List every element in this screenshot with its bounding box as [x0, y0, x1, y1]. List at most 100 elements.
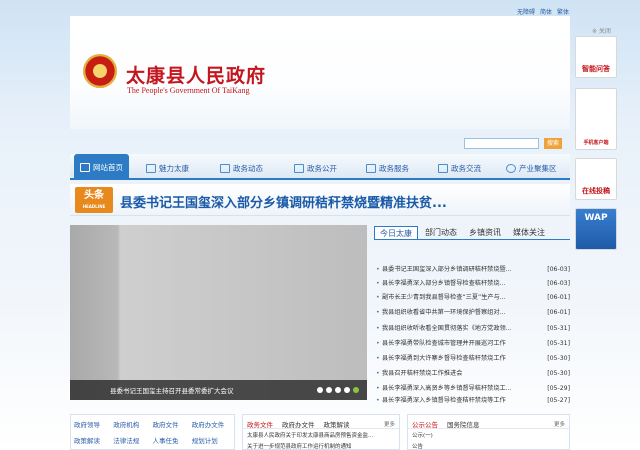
chat-icon [438, 163, 448, 173]
nav-charm[interactable]: 魅力太康 [146, 159, 189, 177]
slider-dot-active[interactable] [353, 387, 359, 393]
notice-item[interactable]: 公示(一) [408, 429, 569, 440]
page-container: 太康县人民政府 The People's Government Of TaiKa… [70, 16, 570, 450]
tab-policy[interactable]: 政策解读 [324, 419, 350, 429]
sidebar-close[interactable]: ※ 关闭 [592, 26, 611, 35]
nav-exchange[interactable]: 政务交流 [438, 159, 481, 177]
bullet-icon: • [376, 280, 380, 287]
slider-dot[interactable] [344, 387, 350, 393]
quick-link[interactable]: 政府办文件 [192, 419, 231, 429]
nav-service[interactable]: 政务服务 [366, 159, 409, 177]
nav-news[interactable]: 政务动态 [220, 159, 263, 177]
nav-open[interactable]: 政务公开 [294, 159, 337, 177]
tab-departments[interactable]: 部门动态 [420, 226, 462, 239]
news-item[interactable]: • 县长李福勇到大许寨乡督导检查秸秆禁烧工作 [05-30] [374, 352, 570, 366]
news-date: [05-30] [547, 370, 570, 377]
nav-label: 政务服务 [379, 163, 409, 173]
news-item[interactable]: • 副市长王少青到我县督导检查“三夏”生产与... [06-01] [374, 291, 570, 305]
more-link[interactable]: 更多 [384, 420, 395, 428]
news-title[interactable]: 县委书记王国玺深入部分乡镇调研秸秆禁烧暨... [382, 263, 544, 277]
headline-link[interactable]: 县委书记王国玺深入部分乡镇调研秸秆禁烧暨精准扶贫... [120, 192, 447, 211]
bullet-icon: • [376, 340, 380, 347]
news-title[interactable]: 副市长王少青到我县督导检查“三夏”生产与... [382, 291, 544, 305]
news-date: [06-03] [547, 266, 570, 273]
news-item[interactable]: • 我县召开秸秆禁烧工作推进会 [05-30] [374, 367, 570, 381]
more-link[interactable]: 更多 [554, 420, 565, 428]
nav-label: 网站首页 [93, 162, 123, 172]
news-title[interactable]: 我县组织收听收看全国贯彻落实《地方党政领... [382, 322, 544, 336]
bullet-icon: • [376, 294, 380, 301]
notice-item[interactable]: 公告 [408, 440, 569, 450]
quick-link[interactable]: 规划计划 [192, 435, 231, 445]
sidebar-label: 智能问答 [582, 65, 610, 73]
news-title[interactable]: 我县组织收看省中共第一环境保护督察组对... [382, 306, 544, 320]
search-input[interactable] [464, 138, 539, 149]
news-title[interactable]: 县长李福勇深入部分乡镇督导检查秸秆禁烧... [382, 277, 544, 291]
headline-tag-label: 头条 [84, 190, 104, 201]
tab-state-council[interactable]: 国务院信息 [447, 419, 480, 429]
notice-box: 公示公告 国务院信息 更多 公示(一) 公告 [407, 414, 570, 450]
nav-label: 政务动态 [233, 163, 263, 173]
news-title[interactable]: 县长李福勇到大许寨乡督导检查秸秆禁烧工作 [382, 352, 544, 366]
quick-link[interactable]: 法律法规 [113, 435, 152, 445]
tab-today[interactable]: 今日太康 [374, 226, 418, 239]
traditional-link[interactable]: 繁体 [557, 7, 569, 16]
wap-button[interactable]: WAP [575, 208, 617, 250]
quick-link[interactable]: 政府机构 [113, 419, 152, 429]
news-item[interactable]: • 县长李福勇深入乡镇督导检查秸秆禁烧等工作 [05-27] [374, 394, 570, 408]
tab-gov-docs[interactable]: 政务文件 [247, 419, 273, 429]
tab-towns[interactable]: 乡镇资讯 [464, 226, 506, 239]
news-item[interactable]: • 我县组织收听收看全国贯彻落实《地方党政领... [05-31] [374, 322, 570, 336]
sidebar-label: WAP [584, 213, 608, 223]
news-title[interactable]: 县长李福勇带队检查城市管理并开展巡河工作 [382, 337, 544, 351]
news-item[interactable]: • 县长李福勇带队检查城市管理并开展巡河工作 [05-31] [374, 337, 570, 351]
nav-label: 政务公开 [307, 163, 337, 173]
news-item[interactable]: • 我县组织收看省中共第一环境保护督察组对... [06-01] [374, 306, 570, 320]
tab-notices[interactable]: 公示公告 [412, 419, 438, 429]
news-panel: 今日太康 部门动态 乡镇资讯 媒体关注 • 县委书记王国玺深入部分乡镇调研秸秆禁烧… [374, 226, 570, 404]
slider-caption[interactable]: 县委书记王国玺主持召开县委常委扩大会议 [110, 385, 234, 395]
quick-links-box: 政府领导 政府机构 政府文件 政府办文件 政策解读 法律法规 人事任免 规划计划 [70, 414, 235, 450]
news-item[interactable]: • 县长李福勇深入部分乡镇督导检查秸秆禁烧... [06-03] [374, 277, 570, 291]
submit-article-button[interactable]: 在线投稿 [575, 158, 617, 200]
slider-dot[interactable] [326, 387, 332, 393]
smart-qa-button[interactable]: 智能问答 [575, 36, 617, 78]
sidebar-label: 手机客户端 [583, 140, 609, 146]
bullet-icon: • [376, 397, 380, 404]
document-icon [220, 163, 230, 173]
quick-link[interactable]: 人事任免 [153, 435, 192, 445]
globe-icon [506, 163, 516, 173]
news-title[interactable]: 县长李福勇深入乡镇督导检查秸秆禁烧等工作 [382, 394, 544, 408]
service-icon [366, 163, 376, 173]
news-title[interactable]: 我县召开秸秆禁烧工作推进会 [382, 367, 544, 381]
slider-dot[interactable] [317, 387, 323, 393]
slider-dot[interactable] [335, 387, 341, 393]
photo-slider[interactable]: 县委书记王国玺主持召开县委常委扩大会议 [70, 225, 367, 400]
doc-item[interactable]: 太康县人民政府关于印发太康县商品房预售资金监... [243, 429, 399, 440]
tab-media[interactable]: 媒体关注 [508, 226, 550, 239]
news-date: [06-03] [547, 280, 570, 287]
site-subtitle: The People's Government Of TaiKang [127, 86, 250, 95]
nav-label: 政务交流 [451, 163, 481, 173]
sidebar-label: 在线投稿 [582, 187, 610, 195]
news-date: [05-31] [547, 340, 570, 347]
doc-item[interactable]: 关于进一步规范县政府工作运行机制的通知 [243, 440, 399, 450]
search-button[interactable]: 搜索 [544, 138, 562, 149]
quick-link[interactable]: 政策解读 [74, 435, 113, 445]
quick-link[interactable]: 政府领导 [74, 419, 113, 429]
mobile-client-button[interactable]: 手机客户端 [575, 88, 617, 150]
bullet-icon: • [376, 266, 380, 273]
simplified-link[interactable]: 简体 [540, 7, 552, 16]
quick-link[interactable]: 政府文件 [153, 419, 192, 429]
home-icon [80, 162, 90, 172]
slider-dots [317, 387, 359, 393]
bullet-icon: • [376, 325, 380, 332]
news-item[interactable]: • 县委书记王国玺深入部分乡镇调研秸秆禁烧暨... [06-03] [374, 263, 570, 277]
nav-home[interactable]: 网站首页 [74, 154, 129, 180]
headline-tag-sub: HEADLINE [82, 204, 106, 209]
accessibility-link[interactable]: 无障碍 [517, 7, 535, 16]
tab-office-docs[interactable]: 政府办文件 [282, 419, 315, 429]
news-date: [05-30] [547, 355, 570, 362]
nav-industry[interactable]: 产业聚集区 [506, 159, 557, 177]
news-date: [06-01] [547, 309, 570, 316]
